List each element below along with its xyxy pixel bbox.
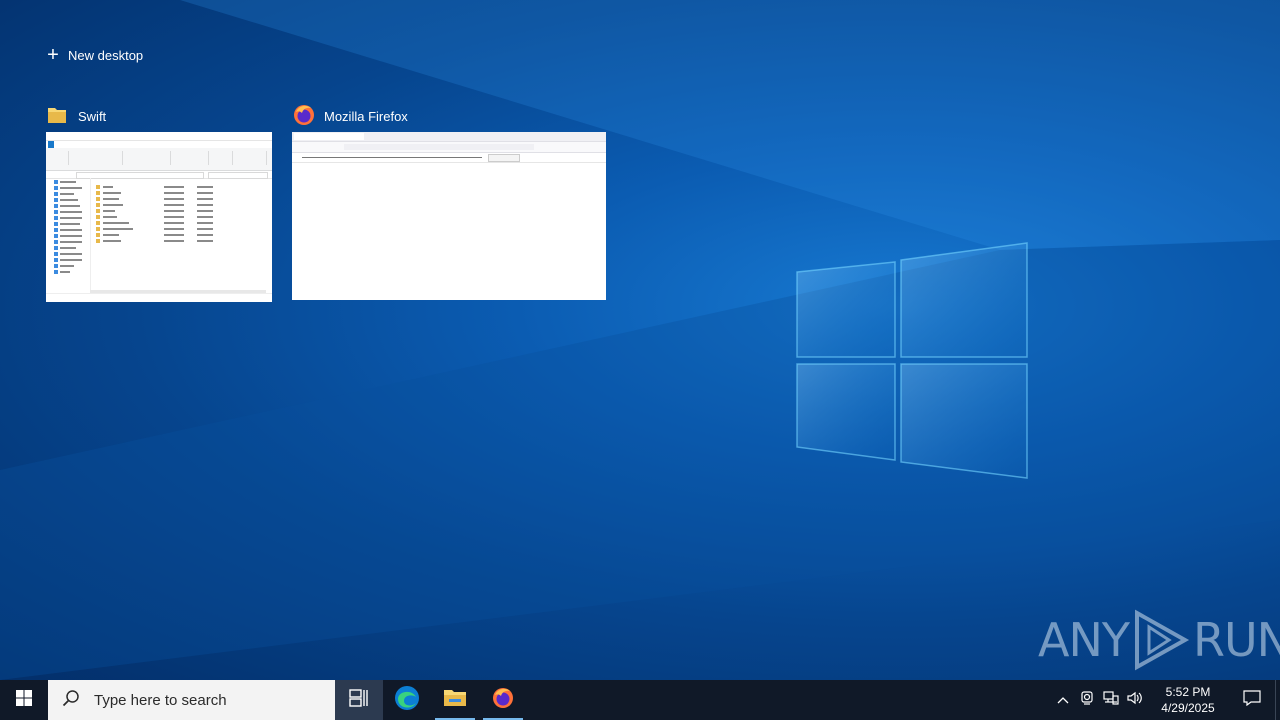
task-view-icon <box>349 688 369 712</box>
taskbar: Type here to search 5:52 PM 4/29/2025 <box>0 680 1280 720</box>
swift-window-thumbnail <box>46 132 272 302</box>
desktop-background: + New desktop Swift Mozilla Firefox ANY … <box>0 0 1280 680</box>
file-explorer-icon <box>443 688 467 713</box>
taskbar-firefox[interactable] <box>479 680 527 720</box>
chevron-up-icon <box>1057 691 1069 709</box>
search-icon <box>62 689 80 711</box>
clock-date: 4/29/2025 <box>1161 701 1215 715</box>
task-view-button[interactable] <box>335 680 383 720</box>
window-card-swift[interactable]: Swift <box>46 104 272 302</box>
firefox-window-thumbnail <box>292 132 606 300</box>
search-box[interactable]: Type here to search <box>48 680 335 720</box>
anyrun-watermark: ANY RUN <box>1038 609 1280 671</box>
action-center-button[interactable] <box>1229 680 1275 720</box>
clock[interactable]: 5:52 PM 4/29/2025 <box>1147 684 1229 716</box>
show-hidden-icons-button[interactable] <box>1051 680 1075 720</box>
new-desktop-button[interactable]: + New desktop <box>46 44 143 66</box>
show-desktop-button[interactable] <box>1275 680 1280 720</box>
search-placeholder: Type here to search <box>94 691 227 709</box>
window-title: Swift <box>78 108 107 124</box>
meet-now-icon <box>1079 690 1095 711</box>
meet-now-button[interactable] <box>1075 680 1099 720</box>
folder-icon <box>46 105 68 128</box>
firefox-icon <box>292 103 316 130</box>
volume-icon <box>1126 690 1144 711</box>
clock-time: 5:52 PM <box>1165 685 1211 699</box>
start-icon <box>16 689 32 711</box>
edge-icon <box>394 685 420 716</box>
network-button[interactable] <box>1099 680 1123 720</box>
notification-icon <box>1243 689 1261 711</box>
firefox-icon <box>491 686 515 715</box>
window-title: Mozilla Firefox <box>324 108 408 124</box>
taskbar-file-explorer[interactable] <box>431 680 479 720</box>
volume-button[interactable] <box>1123 680 1147 720</box>
new-desktop-label: New desktop <box>68 47 144 63</box>
window-card-firefox[interactable]: Mozilla Firefox <box>292 104 606 300</box>
start-button[interactable] <box>0 680 48 720</box>
taskbar-edge[interactable] <box>383 680 431 720</box>
system-tray: 5:52 PM 4/29/2025 <box>1051 680 1280 720</box>
plus-icon: + <box>47 44 59 66</box>
windows-logo-wallpaper <box>0 0 1280 680</box>
network-icon <box>1103 690 1119 711</box>
